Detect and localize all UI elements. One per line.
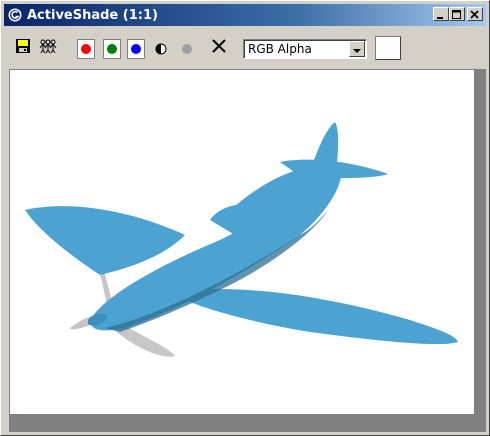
minimize-button[interactable] bbox=[433, 7, 449, 21]
clear-button[interactable] bbox=[209, 38, 229, 58]
red-dot-icon bbox=[81, 44, 91, 54]
blue-channel-toggle[interactable] bbox=[127, 39, 145, 59]
channel-display-value: RGB Alpha bbox=[248, 42, 312, 56]
window-title: ActiveShade (1:1) bbox=[27, 7, 158, 23]
activeshade-window: ActiveShade (1:1) RGB Alpha bbox=[0, 0, 490, 436]
monochrome-icon bbox=[155, 40, 167, 59]
alpha-channel-button[interactable] bbox=[179, 41, 195, 57]
lower-wing bbox=[190, 289, 458, 345]
clone-window-button[interactable] bbox=[37, 38, 59, 58]
save-image-icon bbox=[15, 38, 31, 58]
green-channel-toggle[interactable] bbox=[103, 39, 121, 59]
tail-fin bbox=[310, 122, 339, 172]
clone-window-icon bbox=[38, 38, 58, 58]
channel-display-dropdown[interactable]: RGB Alpha bbox=[243, 39, 367, 59]
red-channel-toggle[interactable] bbox=[77, 39, 95, 59]
viewport-right-border bbox=[474, 69, 486, 432]
title-bar[interactable]: ActiveShade (1:1) bbox=[4, 4, 486, 26]
render-viewport[interactable] bbox=[9, 69, 474, 414]
monochrome-button[interactable] bbox=[153, 41, 169, 57]
minimize-icon bbox=[436, 5, 446, 24]
chevron-down-icon bbox=[353, 40, 361, 59]
color-swatch[interactable] bbox=[375, 36, 401, 60]
app-icon bbox=[7, 7, 23, 23]
viewport-bottom-border bbox=[9, 414, 474, 432]
near-wing bbox=[25, 206, 185, 275]
close-button[interactable] bbox=[467, 7, 483, 21]
alpha-channel-icon bbox=[181, 40, 193, 59]
close-icon bbox=[470, 5, 480, 24]
rendered-airplane-image bbox=[25, 122, 458, 357]
maximize-icon bbox=[452, 5, 462, 24]
dropdown-arrow-button[interactable] bbox=[349, 41, 365, 57]
green-dot-icon bbox=[107, 44, 117, 54]
maximize-button[interactable] bbox=[449, 7, 465, 21]
save-image-button[interactable] bbox=[13, 38, 33, 58]
toolbar: RGB Alpha bbox=[5, 29, 485, 65]
blue-dot-icon bbox=[131, 44, 141, 54]
clear-icon bbox=[211, 38, 227, 58]
